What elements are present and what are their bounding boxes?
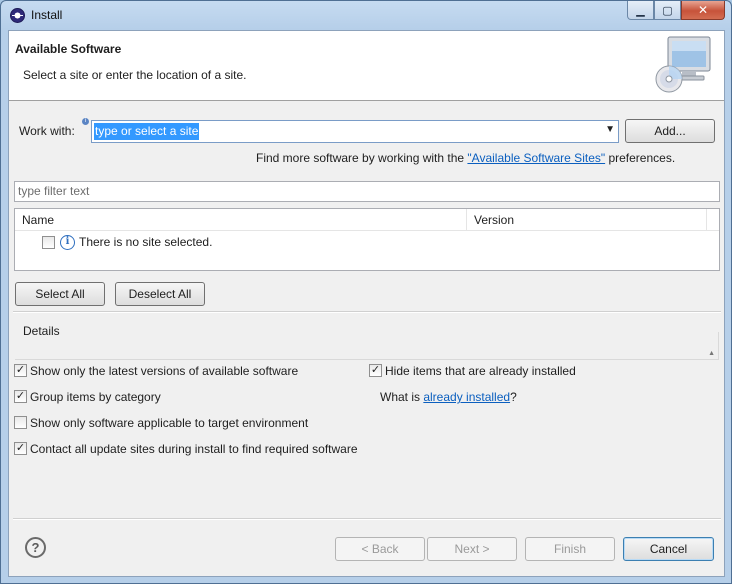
group-by-category-checkbox[interactable]: ✓ [14, 390, 27, 403]
software-table: Name Version i There is no site selected… [14, 208, 720, 271]
banner-description: Select a site or enter the location of a… [23, 68, 247, 82]
work-with-combo[interactable]: type or select a site ▼ [91, 120, 619, 143]
target-environment-label: Show only software applicable to target … [30, 416, 309, 430]
software-sites-hint: Find more software by working with the "… [256, 151, 675, 165]
contact-sites-checkbox[interactable]: ✓ [14, 442, 27, 455]
contact-sites-label: Contact all update sites during install … [30, 442, 358, 456]
scroll-up-icon[interactable]: ▲ [708, 350, 715, 357]
maximize-icon: ▢ [662, 4, 673, 17]
table-row[interactable]: i There is no site selected. [15, 233, 715, 253]
add-site-button[interactable]: Add... [625, 119, 715, 143]
close-button[interactable]: ✕ [681, 1, 725, 20]
work-with-input[interactable]: type or select a site [94, 123, 200, 140]
finish-button[interactable]: Finish [525, 537, 615, 561]
monitor-cd-icon [655, 36, 711, 93]
hide-installed-checkbox[interactable]: ✓ [369, 364, 382, 377]
install-dialog-window: Install ▁ ▢ ✕ Available Software Select … [0, 0, 732, 584]
back-button[interactable]: < Back [335, 537, 425, 561]
wizard-banner: Available Software Select a site or ente… [9, 31, 724, 101]
group-by-category-label: Group items by category [30, 390, 161, 404]
hint-prefix: Find more software by working with the [256, 151, 468, 165]
hint-suffix: preferences. [605, 151, 676, 165]
already-installed-link[interactable]: already installed [423, 390, 510, 404]
next-button[interactable]: Next > [427, 537, 517, 561]
title-bar[interactable]: Install ▁ ▢ ✕ [1, 1, 731, 30]
deselect-all-button[interactable]: Deselect All [115, 282, 205, 306]
work-with-label: Work with: [19, 124, 75, 138]
what-is-installed-text: What is already installed? [380, 390, 517, 404]
row-checkbox[interactable] [42, 236, 55, 249]
dialog-client-area: Available Software Select a site or ente… [8, 30, 725, 577]
hide-installed-label: Hide items that are already installed [385, 364, 576, 378]
maximize-button[interactable]: ▢ [654, 1, 681, 20]
what-is-suffix: ? [510, 390, 517, 404]
what-is-prefix: What is [380, 390, 424, 404]
eclipse-app-icon [10, 8, 25, 23]
help-icon[interactable]: ? [25, 537, 46, 558]
filter-input[interactable]: type filter text [14, 181, 720, 202]
separator-line [13, 311, 721, 313]
details-area: ▲ [15, 332, 719, 360]
banner-title: Available Software [15, 42, 122, 56]
available-software-sites-link[interactable]: "Available Software Sites" [467, 151, 605, 165]
chevron-down-icon[interactable]: ▼ [605, 124, 615, 135]
latest-versions-label: Show only the latest versions of availab… [30, 364, 299, 378]
cancel-button[interactable]: Cancel [623, 537, 714, 561]
table-header: Name Version [15, 209, 719, 231]
window-title: Install [31, 8, 63, 22]
column-header-version[interactable]: Version [467, 209, 707, 231]
minimize-button[interactable]: ▁ [627, 1, 654, 20]
row-text: There is no site selected. [79, 235, 213, 249]
minimize-icon: ▁ [636, 4, 645, 17]
content-assist-icon: i [82, 118, 89, 125]
column-header-name[interactable]: Name [15, 209, 467, 231]
target-environment-checkbox[interactable] [14, 416, 27, 429]
select-all-button[interactable]: Select All [15, 282, 105, 306]
footer-separator [13, 518, 721, 520]
info-icon: i [60, 235, 75, 250]
close-icon: ✕ [697, 3, 709, 17]
window-controls: ▁ ▢ ✕ [627, 1, 725, 20]
latest-versions-checkbox[interactable]: ✓ [14, 364, 27, 377]
